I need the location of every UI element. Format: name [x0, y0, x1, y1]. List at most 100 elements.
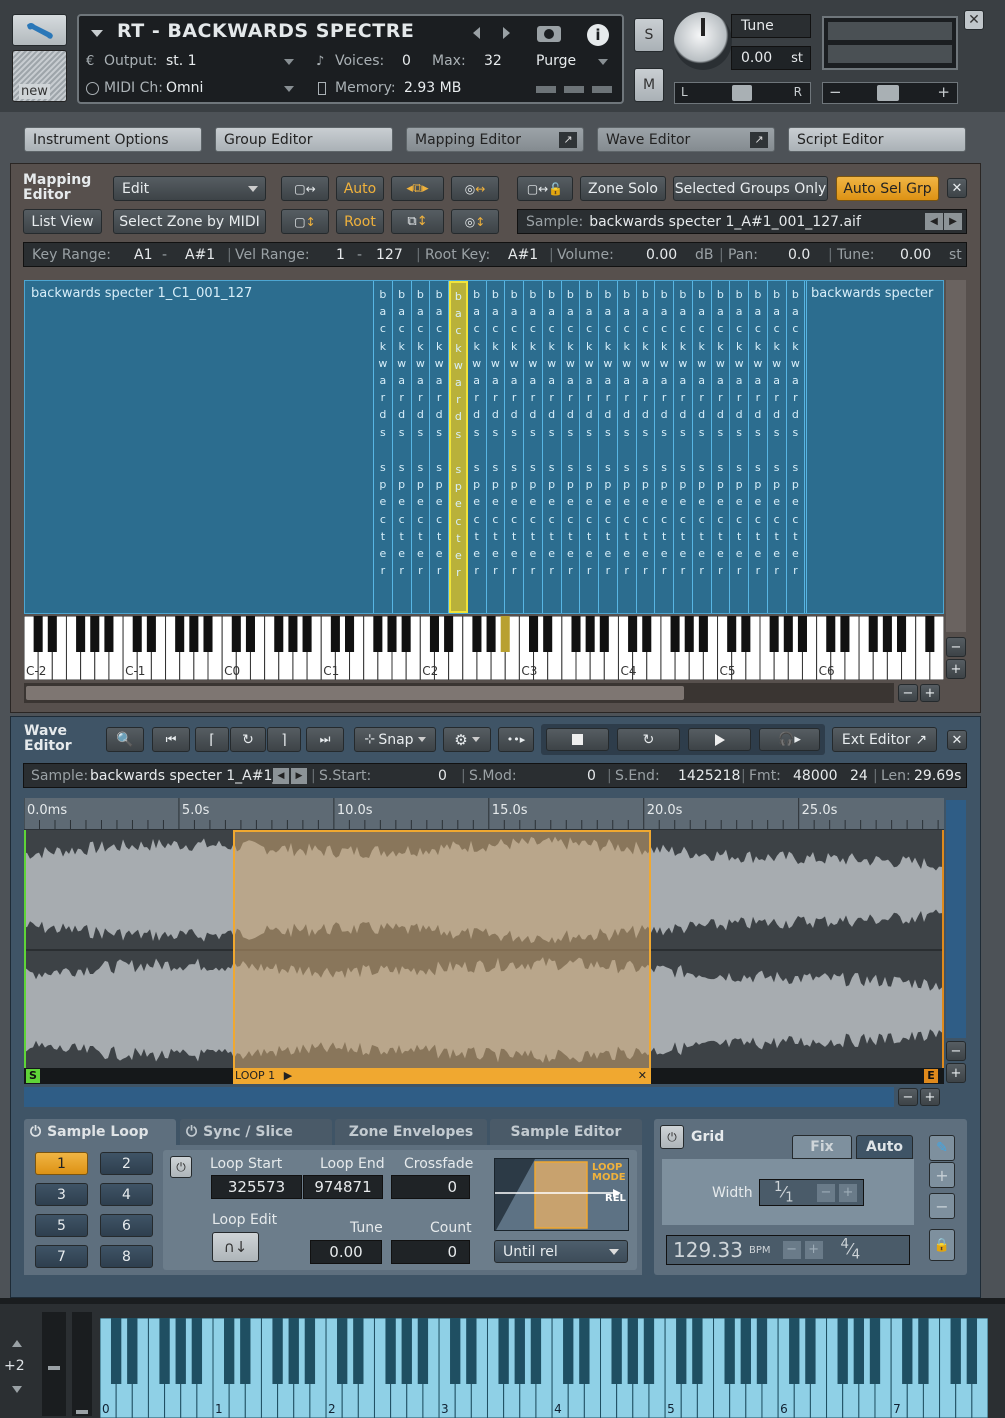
mapping-horizontal-scrollbar[interactable]: [24, 683, 894, 703]
grid-fix-tab[interactable]: Fix: [792, 1135, 852, 1159]
black-key[interactable]: [191, 1318, 203, 1384]
black-key[interactable]: [498, 1318, 509, 1384]
loop-mode-dropdown[interactable]: Until rel: [494, 1240, 628, 1263]
close-instrument-button[interactable]: ✕: [964, 10, 984, 30]
black-key[interactable]: [853, 1318, 865, 1384]
loop-slot-button[interactable]: 5: [35, 1214, 88, 1237]
grid-add-button[interactable]: +: [929, 1162, 955, 1188]
grid-lock-button[interactable]: 🔒: [929, 1229, 955, 1261]
zone-column[interactable]: backwards specter: [430, 281, 449, 613]
black-key[interactable]: [486, 616, 496, 652]
pan-value[interactable]: 0.0: [788, 247, 810, 263]
black-key[interactable]: [882, 616, 892, 652]
black-key[interactable]: [203, 616, 213, 652]
midi-learn-horizontal-button[interactable]: ◎↔: [451, 176, 499, 201]
auto-spread-horizontal-button[interactable]: ▢↔: [281, 176, 329, 201]
black-key[interactable]: [783, 616, 793, 652]
purge-label[interactable]: Purge: [536, 53, 576, 69]
grid-remove-button[interactable]: −: [929, 1193, 955, 1219]
play-button[interactable]: [688, 728, 751, 751]
external-window-icon[interactable]: ↗: [750, 131, 768, 148]
close-mapping-editor-button[interactable]: ✕: [947, 178, 967, 198]
black-key[interactable]: [514, 1318, 525, 1384]
slice-arrows-button[interactable]: ••▸: [498, 727, 534, 752]
black-key[interactable]: [288, 616, 298, 652]
loop-slot-button[interactable]: 2: [100, 1152, 153, 1175]
loop-start-marker-button[interactable]: ⌈: [195, 727, 229, 752]
zone-column[interactable]: backwards specter: [562, 281, 581, 613]
zone-column[interactable]: backwards specter: [580, 281, 599, 613]
loop-end-marker-button[interactable]: ⌉: [267, 727, 301, 752]
auto-spread-vertical-button[interactable]: ▢↕: [281, 209, 329, 234]
loop-handle[interactable]: LOOP 1 ▶ ✕: [233, 1068, 651, 1084]
loop-slot-button[interactable]: 4: [100, 1183, 153, 1206]
black-key[interactable]: [401, 616, 411, 652]
sample-end-marker[interactable]: E: [924, 1069, 938, 1083]
volume-value[interactable]: 0.00: [646, 247, 677, 263]
zone-column[interactable]: backwards specter: [412, 281, 431, 613]
black-key[interactable]: [869, 1318, 881, 1384]
zone-zoom-out-button[interactable]: −: [946, 637, 966, 657]
vel-range-to[interactable]: 127: [376, 247, 403, 263]
root-map-button[interactable]: Root: [336, 209, 384, 234]
black-key[interactable]: [530, 1318, 542, 1384]
main-keyboard-keys[interactable]: [100, 1318, 988, 1418]
black-key[interactable]: [353, 1318, 364, 1384]
zone-column[interactable]: backwards specter: [618, 281, 637, 613]
loop-tune-field[interactable]: 0.00: [310, 1240, 382, 1264]
bottom-tab-sample-loop[interactable]: ⏻ Sample Loop: [24, 1119, 176, 1145]
zone-solo-button[interactable]: Zone Solo: [580, 176, 666, 201]
black-key[interactable]: [698, 616, 708, 652]
zone-column[interactable]: backwards specter: [768, 281, 787, 613]
tab-mapping-editor[interactable]: Mapping Editor ↗: [406, 127, 584, 152]
zone-column[interactable]: backwards specter: [468, 281, 487, 613]
next-instrument-arrow[interactable]: [503, 27, 510, 39]
wrench-button[interactable]: [12, 14, 67, 46]
black-key[interactable]: [110, 1318, 122, 1384]
wave-vzoom-in-button[interactable]: +: [946, 1063, 966, 1083]
black-key[interactable]: [740, 1318, 751, 1384]
black-key[interactable]: [692, 1318, 703, 1384]
black-key[interactable]: [401, 1318, 412, 1384]
black-key[interactable]: [240, 1318, 251, 1384]
black-key[interactable]: [925, 616, 935, 652]
info-icon[interactable]: i: [587, 24, 609, 46]
zone-column[interactable]: backwards specter: [449, 281, 468, 613]
zone-column[interactable]: backwards specter: [787, 281, 806, 613]
black-key[interactable]: [127, 1318, 138, 1384]
sample-start-marker[interactable]: S: [26, 1069, 40, 1083]
close-wave-editor-button[interactable]: ✕: [947, 730, 967, 750]
black-key[interactable]: [175, 1318, 186, 1384]
zone-column[interactable]: backwards specter: [524, 281, 543, 613]
root-key-value[interactable]: A#1: [508, 247, 538, 263]
wave-vertical-scrollbar[interactable]: [946, 800, 966, 1038]
black-key[interactable]: [837, 1318, 848, 1384]
black-key[interactable]: [444, 616, 454, 652]
black-key[interactable]: [826, 616, 836, 652]
volume-slider-handle[interactable]: [877, 85, 899, 101]
key-range-to[interactable]: A#1: [185, 247, 215, 263]
bpm-field[interactable]: 129.33 BPM − + 4⁄4: [666, 1235, 910, 1265]
black-key[interactable]: [797, 616, 807, 652]
loop-start-field[interactable]: 325573: [211, 1175, 302, 1199]
volume-plus-icon[interactable]: +: [937, 83, 950, 101]
grid-power-button[interactable]: ⏻: [660, 1125, 684, 1149]
send-value[interactable]: 1425218: [678, 768, 740, 784]
black-key[interactable]: [302, 616, 312, 652]
sample-end-line[interactable]: [942, 830, 944, 1070]
zone-column[interactable]: backwards specter: [543, 281, 562, 613]
loop-mode-display[interactable]: LOOP MODE REL: [494, 1158, 629, 1231]
tab-script-editor[interactable]: Script Editor: [788, 127, 966, 152]
black-key[interactable]: [599, 616, 609, 652]
instrument-icon[interactable]: new: [12, 50, 67, 102]
key-range-from[interactable]: A1: [134, 247, 152, 263]
black-key[interactable]: [76, 616, 86, 652]
move-zones-button[interactable]: ◂⧉▸: [391, 176, 444, 201]
zone-column[interactable]: backwards specter: [749, 281, 768, 613]
bottom-tab-sync-slice[interactable]: ⏻ Sync / Slice: [180, 1119, 332, 1145]
black-key[interactable]: [189, 616, 199, 652]
black-key[interactable]: [918, 1318, 929, 1384]
list-view-button[interactable]: List View: [23, 209, 102, 234]
black-key[interactable]: [950, 1318, 961, 1384]
zone-column[interactable]: backwards specter: [505, 281, 524, 613]
